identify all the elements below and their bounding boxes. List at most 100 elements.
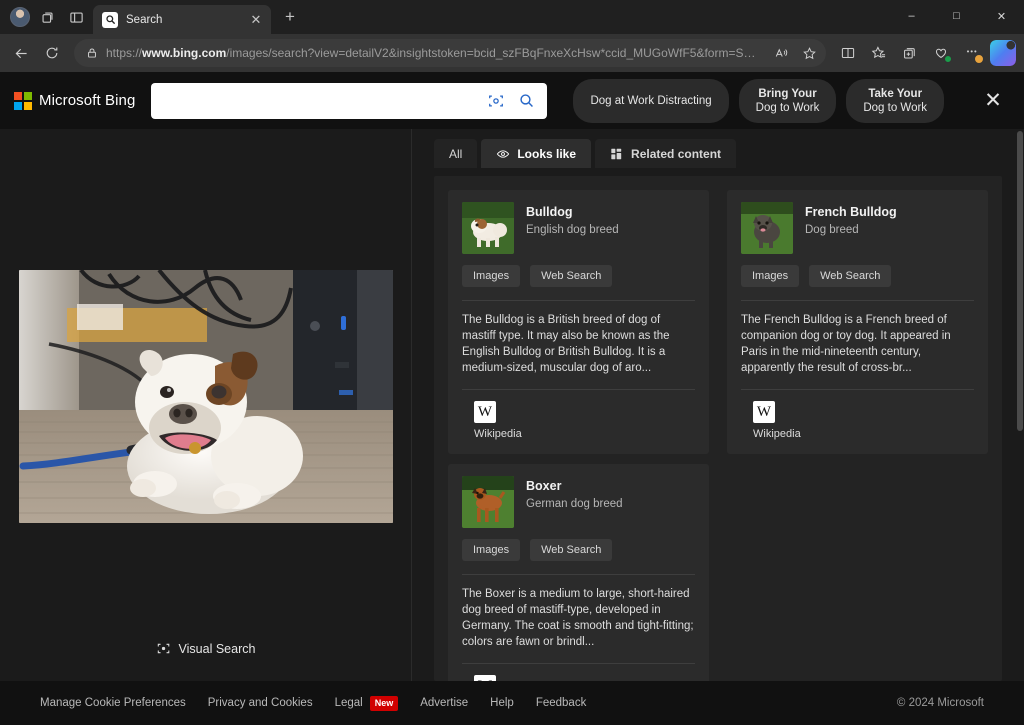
footer-link-label: Legal xyxy=(335,697,363,709)
copyright-text: © 2024 Microsoft xyxy=(897,697,984,709)
web-search-button[interactable]: Web Search xyxy=(530,539,612,561)
card-attribution[interactable]: W Wikipedia xyxy=(462,675,695,681)
image-pane: Visual Search xyxy=(0,129,412,681)
tab-related-content[interactable]: Related content xyxy=(595,139,736,168)
browser-tab[interactable]: Search ✕ xyxy=(93,5,271,34)
tab-favicon-search-icon xyxy=(102,12,118,28)
footer-link-legal[interactable]: Legal New xyxy=(335,696,399,711)
bing-logo[interactable]: Microsoft Bing xyxy=(14,92,135,110)
read-aloud-icon[interactable] xyxy=(768,40,794,66)
card-attribution[interactable]: W Wikipedia xyxy=(741,401,974,440)
card-actions: Images Web Search xyxy=(462,265,695,287)
web-search-button[interactable]: Web Search xyxy=(530,265,612,287)
card-subtitle: English dog breed xyxy=(526,223,619,238)
site-lock-icon xyxy=(86,47,98,59)
visual-search-label: Visual Search xyxy=(179,642,256,656)
divider xyxy=(741,389,974,390)
suggestion-chip[interactable]: Bring Your Dog to Work xyxy=(739,79,837,123)
tab-title: Search xyxy=(126,14,239,26)
footer-link-privacy[interactable]: Privacy and Cookies xyxy=(208,697,313,709)
card-actions: Images Web Search xyxy=(741,265,974,287)
source-image[interactable] xyxy=(19,270,393,523)
tab-close-icon[interactable]: ✕ xyxy=(247,11,265,29)
suggestion-chip[interactable]: Take Your Dog to Work xyxy=(846,79,944,123)
footer-link-feedback[interactable]: Feedback xyxy=(536,697,587,709)
scrollbar-thumb[interactable] xyxy=(1017,131,1023,431)
divider xyxy=(741,300,974,301)
card-thumbnail[interactable] xyxy=(462,202,514,254)
footer-link-cookie-preferences[interactable]: Manage Cookie Preferences xyxy=(40,697,186,709)
copilot-icon[interactable] xyxy=(988,38,1018,68)
card-description: The Boxer is a medium to large, short-ha… xyxy=(462,586,695,650)
web-search-button[interactable]: Web Search xyxy=(809,265,891,287)
visual-search-crop-icon xyxy=(156,641,171,656)
chip-line2: Dog to Work xyxy=(863,101,927,115)
essentials-status-dot xyxy=(944,55,952,63)
tab-actions-icon[interactable] xyxy=(895,38,925,68)
close-window-button[interactable]: ✕ xyxy=(979,0,1024,32)
search-bar[interactable] xyxy=(151,83,547,119)
divider xyxy=(462,300,695,301)
window-controls: – □ ✕ xyxy=(889,0,1024,32)
cards-container: Bulldog English dog breed Images Web Sea… xyxy=(434,176,1002,681)
chip-line1: Bring Your xyxy=(758,87,816,101)
footer-links: Manage Cookie Preferences Privacy and Co… xyxy=(40,696,586,711)
wikipedia-icon: W xyxy=(474,675,496,681)
microsoft-logo-icon xyxy=(14,92,32,110)
settings-alert-badge xyxy=(974,54,984,64)
suggestion-chip[interactable]: Dog at Work Distracting xyxy=(573,79,728,123)
card-header: Boxer German dog breed xyxy=(462,476,695,528)
back-icon[interactable] xyxy=(6,38,36,68)
footer-link-help[interactable]: Help xyxy=(490,697,514,709)
images-button[interactable]: Images xyxy=(462,265,520,287)
suggestion-chips: Dog at Work Distracting Bring Your Dog t… xyxy=(573,79,944,123)
refresh-icon[interactable] xyxy=(37,38,67,68)
card-titles: Boxer German dog breed xyxy=(526,476,623,512)
card-attribution[interactable]: W Wikipedia xyxy=(462,401,695,440)
favorite-star-icon[interactable] xyxy=(796,40,822,66)
workspaces-icon[interactable] xyxy=(34,3,62,31)
card-subtitle: Dog breed xyxy=(805,223,897,238)
visual-search-camera-icon[interactable] xyxy=(483,88,509,114)
results-tabs: All Looks like xyxy=(434,139,1002,168)
footer-link-label: Feedback xyxy=(536,697,587,709)
page-scrollbar[interactable] xyxy=(1016,129,1024,681)
card-thumbnail[interactable] xyxy=(741,202,793,254)
search-submit-icon[interactable] xyxy=(513,88,539,114)
tab-all[interactable]: All xyxy=(434,139,477,168)
minimize-button[interactable]: – xyxy=(889,0,934,32)
tab-search-icon[interactable] xyxy=(62,3,90,31)
browser-toolbar: https://www.bing.com/images/search?view=… xyxy=(0,34,1024,72)
close-visual-search-icon[interactable]: ✕ xyxy=(976,84,1010,118)
new-tab-button[interactable]: + xyxy=(277,4,303,30)
result-card[interactable]: Bulldog English dog breed Images Web Sea… xyxy=(448,190,709,454)
card-header: Bulldog English dog breed xyxy=(462,202,695,254)
images-button[interactable]: Images xyxy=(462,539,520,561)
footer-link-label: Advertise xyxy=(420,697,468,709)
eye-icon xyxy=(496,147,510,161)
maximize-button[interactable]: □ xyxy=(934,0,979,32)
collections-icon[interactable] xyxy=(864,38,894,68)
visual-search-button[interactable]: Visual Search xyxy=(146,636,266,661)
settings-more-icon[interactable] xyxy=(957,38,987,68)
tab-looks-like[interactable]: Looks like xyxy=(481,139,591,168)
attribution-label: Wikipedia xyxy=(753,428,801,440)
footer-link-advertise[interactable]: Advertise xyxy=(420,697,468,709)
chip-line2: Dog to Work xyxy=(756,101,820,115)
split-screen-icon[interactable] xyxy=(833,38,863,68)
search-input[interactable] xyxy=(165,93,479,108)
profile-avatar[interactable] xyxy=(10,7,30,27)
url-text: https://www.bing.com/images/search?view=… xyxy=(106,46,760,60)
result-card[interactable]: French Bulldog Dog breed Images Web Sear… xyxy=(727,190,988,454)
main-body: Visual Search All Looks like xyxy=(0,129,1024,681)
browser-essentials-icon[interactable] xyxy=(926,38,956,68)
images-button[interactable]: Images xyxy=(741,265,799,287)
tab-looks-like-label: Looks like xyxy=(517,147,576,161)
address-bar[interactable]: https://www.bing.com/images/search?view=… xyxy=(74,39,826,67)
page-footer: Manage Cookie Preferences Privacy and Co… xyxy=(0,681,1024,725)
tab-all-label: All xyxy=(449,147,462,161)
page-content: Microsoft Bing Dog at Wor xyxy=(0,72,1024,725)
card-header: French Bulldog Dog breed xyxy=(741,202,974,254)
result-card[interactable]: Boxer German dog breed Images Web Search… xyxy=(448,464,709,681)
card-thumbnail[interactable] xyxy=(462,476,514,528)
